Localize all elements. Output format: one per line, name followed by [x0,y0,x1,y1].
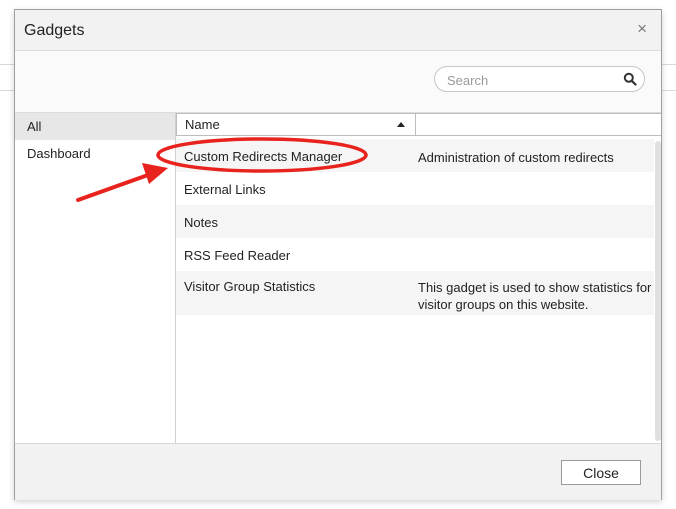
gadget-name: External Links [184,182,266,197]
grid-rows: Custom Redirects Manager Administration … [176,139,654,315]
gadget-name: RSS Feed Reader [184,248,291,263]
table-row[interactable]: Notes [176,205,654,238]
table-row[interactable]: Visitor Group Statistics This gadget is … [176,271,654,315]
dialog-header: Gadgets × [15,10,661,51]
search-icon[interactable] [623,72,637,86]
gadget-name: Notes [184,215,218,230]
gadget-description: Administration of custom redirects [418,150,614,165]
gadget-name: Visitor Group Statistics [184,279,316,294]
table-row[interactable]: Custom Redirects Manager Administration … [176,139,654,172]
search-input[interactable] [445,70,619,90]
grid-header: Name [176,113,661,136]
column-header-label: Name [185,117,220,132]
gadget-name: Custom Redirects Manager [184,149,343,164]
close-icon[interactable]: × [637,20,647,38]
dialog-title: Gadgets [24,22,85,39]
table-row[interactable]: RSS Feed Reader [176,238,654,271]
sort-ascending-icon [397,122,405,127]
dialog-toolbar [15,51,661,113]
dialog-footer: Close [15,443,661,500]
table-row[interactable]: External Links [176,172,654,205]
category-sidebar: All Dashboard [15,113,176,443]
search-box[interactable] [434,66,645,92]
column-header-name[interactable]: Name [177,114,416,135]
gadget-grid: Name Custom Redirects Manager Administra… [176,113,661,443]
close-button[interactable]: Close [561,460,641,485]
sidebar-item-all[interactable]: All [15,113,175,140]
sidebar-item-dashboard[interactable]: Dashboard [15,140,175,167]
gadget-description: This gadget is used to show statistics f… [418,280,652,312]
gadgets-dialog: Gadgets × All Dashboard Name Custom Redi… [14,9,662,500]
grid-scrollbar[interactable] [655,141,661,441]
